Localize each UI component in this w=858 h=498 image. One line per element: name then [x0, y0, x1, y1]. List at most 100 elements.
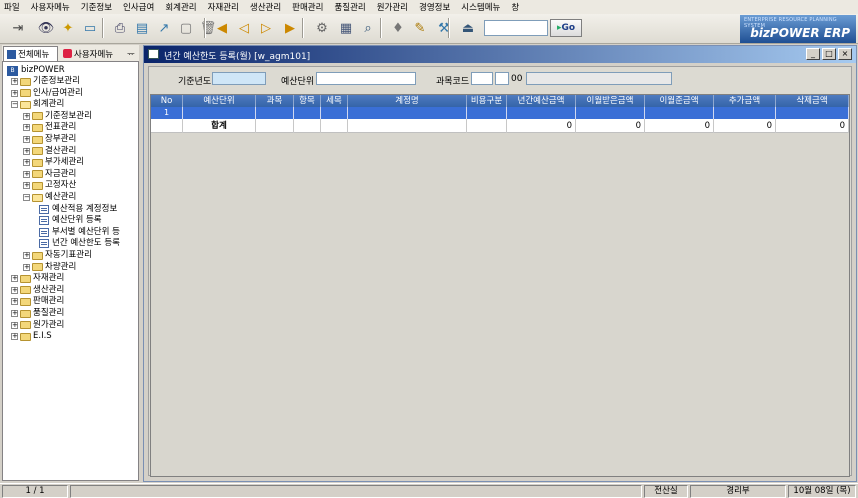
expand-icon[interactable]: +: [23, 159, 30, 167]
menu-item-8[interactable]: 품질관리: [334, 1, 365, 13]
prev-icon[interactable]: ◁: [232, 17, 256, 39]
column-header[interactable]: 이월준금액: [645, 95, 714, 107]
preview-icon[interactable]: ▤: [130, 17, 154, 39]
menu-item-1[interactable]: 사용자메뉴: [31, 1, 70, 13]
last-icon[interactable]: ▶: [278, 17, 302, 39]
menu-item-5[interactable]: 자재관리: [208, 1, 239, 13]
menu-item-9[interactable]: 원가관리: [377, 1, 408, 13]
tree-item[interactable]: + 품질관리: [11, 308, 64, 319]
tree-item[interactable]: − 회계관리: [11, 99, 64, 110]
column-header[interactable]: 예산단위: [183, 95, 256, 107]
expand-icon[interactable]: +: [23, 112, 30, 120]
tree-item[interactable]: + 장부관리: [23, 134, 76, 145]
collapse-icon[interactable]: −: [11, 101, 18, 109]
expand-icon[interactable]: +: [11, 89, 18, 97]
table-cell[interactable]: [294, 107, 321, 119]
next-icon[interactable]: ▷: [254, 17, 278, 39]
table-cell[interactable]: [183, 107, 256, 119]
tab-all-menu[interactable]: 전체메뉴: [3, 46, 58, 61]
help-icon[interactable]: ♦: [386, 17, 410, 39]
pin-icon[interactable]: ᅲ: [124, 46, 136, 61]
print-icon[interactable]: ⎙: [108, 17, 132, 39]
tree-item[interactable]: + 차량관리: [23, 262, 76, 273]
tree-item[interactable]: 예산적용 계정정보: [39, 204, 117, 215]
budget-unit-input[interactable]: [316, 72, 416, 85]
tree-item[interactable]: 년간 예산한도 등록: [39, 238, 120, 249]
expand-icon[interactable]: +: [11, 275, 18, 283]
table-cell[interactable]: [321, 107, 348, 119]
column-header[interactable]: 추가금액: [714, 95, 776, 107]
expand-icon[interactable]: +: [11, 321, 18, 329]
tree-item[interactable]: + 원가관리: [11, 320, 64, 331]
menu-item-10[interactable]: 경영정보: [419, 1, 450, 13]
save-icon[interactable]: ▭: [78, 17, 102, 39]
expand-icon[interactable]: +: [23, 170, 30, 178]
menu-item-6[interactable]: 생산관리: [250, 1, 281, 13]
expand-icon[interactable]: +: [23, 263, 30, 271]
tree-item[interactable]: + 생산관리: [11, 285, 64, 296]
first-icon[interactable]: ◀: [210, 17, 234, 39]
column-header[interactable]: 년간예산금액: [507, 95, 576, 107]
expand-icon[interactable]: +: [23, 147, 30, 155]
expand-icon[interactable]: +: [23, 124, 30, 132]
table-cell[interactable]: [714, 107, 776, 119]
view-icon[interactable]: 👁: [34, 17, 58, 39]
tree-item[interactable]: − 예산관리: [23, 192, 76, 203]
table-cell[interactable]: [576, 107, 645, 119]
menu-item-12[interactable]: 창: [511, 1, 519, 13]
tree-item[interactable]: + 기준정보관리: [23, 111, 92, 122]
column-header[interactable]: 삭제금액: [776, 95, 849, 107]
base-year-input[interactable]: [212, 72, 266, 85]
menu-item-11[interactable]: 시스템메뉴: [461, 1, 500, 13]
table-cell[interactable]: 1: [151, 107, 183, 119]
expand-icon[interactable]: +: [11, 310, 18, 317]
calc-icon[interactable]: ▦: [334, 17, 358, 39]
menu-item-4[interactable]: 회계관리: [165, 1, 196, 13]
column-header[interactable]: 계정명: [348, 95, 467, 107]
collapse-icon[interactable]: −: [23, 194, 30, 201]
tree-item[interactable]: + 자금관리: [23, 169, 76, 180]
tree-item[interactable]: + 전표관리: [23, 122, 76, 133]
table-cell[interactable]: [256, 107, 294, 119]
account-code-2[interactable]: [495, 72, 509, 85]
tab-user-menu[interactable]: 사용자메뉴: [60, 46, 122, 61]
go-button[interactable]: ▸ Go: [550, 19, 582, 37]
delete-icon[interactable]: ▢: [174, 17, 198, 39]
table-cell[interactable]: [776, 107, 849, 119]
expand-icon[interactable]: +: [11, 298, 18, 306]
account-code-1[interactable]: [471, 72, 493, 85]
expand-icon[interactable]: +: [11, 78, 18, 85]
find-icon[interactable]: ⌕: [356, 17, 380, 39]
table-cell[interactable]: [467, 107, 507, 119]
tree-item[interactable]: + 자동기표관리: [23, 250, 92, 261]
tree-item[interactable]: + 결산관리: [23, 146, 76, 157]
expand-icon[interactable]: +: [23, 252, 30, 259]
expand-icon[interactable]: +: [23, 182, 30, 190]
info-icon[interactable]: ✎: [408, 17, 432, 39]
tree-item[interactable]: + 기준정보관리: [11, 76, 80, 87]
expand-icon[interactable]: +: [11, 333, 18, 341]
menu-item-7[interactable]: 판매관리: [292, 1, 323, 13]
settings-icon[interactable]: ⚙: [310, 17, 334, 39]
column-header[interactable]: 이월받은금액: [576, 95, 645, 107]
exit-icon[interactable]: ⇥: [6, 17, 30, 39]
table-cell[interactable]: [645, 107, 714, 119]
tools-icon[interactable]: ⚒: [432, 17, 456, 39]
table-row[interactable]: 1: [151, 107, 849, 119]
table-cell[interactable]: [348, 107, 467, 119]
tree-item[interactable]: + E.I.S: [11, 331, 52, 342]
minimize-button[interactable]: _: [806, 48, 820, 60]
new-icon[interactable]: ✦: [56, 17, 80, 39]
menu-item-3[interactable]: 인사급여: [123, 1, 154, 13]
column-header[interactable]: 비용구분: [467, 95, 507, 107]
tree-item[interactable]: + 부가세관리: [23, 157, 84, 168]
tree-root[interactable]: BbizPOWER: [7, 65, 65, 76]
column-header[interactable]: No: [151, 95, 183, 107]
close-window-icon[interactable]: ⏏: [456, 17, 480, 39]
table-cell[interactable]: [507, 107, 576, 119]
column-header[interactable]: 세목: [321, 95, 348, 107]
menu-item-0[interactable]: 파일: [4, 1, 20, 13]
column-header[interactable]: 항목: [294, 95, 321, 107]
tree-item[interactable]: + 인사/급여관리: [11, 88, 83, 99]
column-header[interactable]: 과목: [256, 95, 294, 107]
